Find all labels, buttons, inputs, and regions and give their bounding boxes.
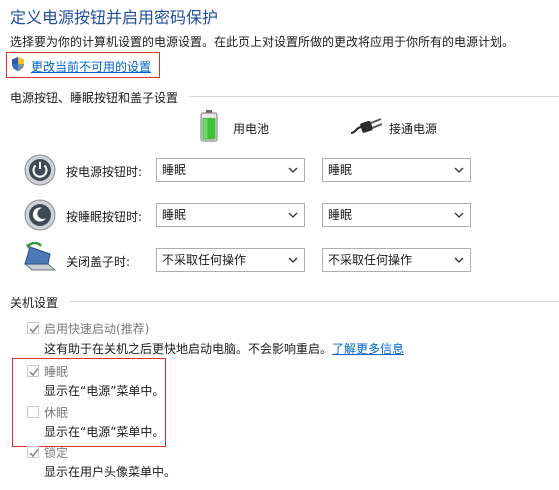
page-title: 定义电源按钮并启用密码保护: [10, 8, 219, 27]
hibernate-label: 休眠: [44, 406, 69, 420]
shutdown-section-divider: [69, 301, 559, 302]
power-button-icon: [24, 154, 56, 189]
power-button-plugged-value: 睡眠: [328, 163, 353, 177]
change-unavailable-settings-link[interactable]: 更改当前不可用的设置: [31, 58, 151, 75]
lid-close-plugged-value: 不采取任何操作: [328, 253, 413, 267]
shutdown-section-title: 关机设置: [10, 296, 59, 310]
learn-more-link[interactable]: 了解更多信息: [332, 340, 404, 357]
power-button-plugged-select[interactable]: 睡眠: [322, 158, 471, 182]
sleep-label: 睡眠: [44, 365, 69, 379]
sleep-button-battery-value: 睡眠: [162, 208, 187, 222]
sleep-button-plugged-value: 睡眠: [328, 208, 353, 222]
power-button-battery-value: 睡眠: [162, 163, 187, 177]
fast-startup-label: 启用快速启动(推荐): [44, 322, 150, 336]
plugged-column-header: 接通电源: [389, 122, 438, 136]
shield-icon: [10, 56, 26, 75]
sleep-button-label: 按睡眠按钮时:: [66, 210, 143, 224]
lid-close-battery-select[interactable]: 不采取任何操作: [156, 248, 305, 272]
power-plug-icon: [350, 118, 384, 139]
lock-desc: 显示在用户头像菜单中。: [44, 465, 177, 479]
power-section-title: 电源按钮、睡眠按钮和盖子设置: [10, 91, 179, 105]
lock-checkbox[interactable]: [27, 446, 39, 458]
chevron-down-icon: [454, 257, 464, 263]
checkmark-icon: [29, 449, 39, 458]
chevron-down-icon: [454, 212, 464, 218]
chevron-down-icon: [454, 167, 464, 173]
power-button-label: 按电源按钮时:: [66, 165, 143, 179]
lid-close-battery-value: 不采取任何操作: [162, 253, 247, 267]
hibernate-checkbox[interactable]: [27, 406, 39, 418]
power-button-battery-select[interactable]: 睡眠: [156, 158, 305, 182]
sleep-checkbox[interactable]: [27, 365, 39, 377]
lock-label: 锁定: [44, 446, 69, 460]
sleep-button-battery-select[interactable]: 睡眠: [156, 203, 305, 227]
hibernate-desc: 显示在“电源”菜单中。: [44, 425, 165, 439]
lid-close-label: 关闭盖子时:: [66, 255, 131, 269]
checkmark-icon: [29, 368, 39, 377]
page-subtitle: 选择要为你的计算机设置的电源设置。在此页上对设置所做的更改将应用于你所有的电源计…: [10, 35, 515, 49]
sleep-desc: 显示在“电源”菜单中。: [44, 384, 165, 398]
battery-column-header: 用电池: [233, 122, 270, 136]
sleep-button-icon: [24, 199, 56, 234]
chevron-down-icon: [288, 212, 298, 218]
battery-icon: [200, 110, 218, 145]
fast-startup-desc: 这有助于在关机之后更快地启动电脑。不会影响重启。: [44, 342, 333, 356]
sleep-button-plugged-select[interactable]: 睡眠: [322, 203, 471, 227]
chevron-down-icon: [288, 167, 298, 173]
lid-close-plugged-select[interactable]: 不采取任何操作: [322, 248, 471, 272]
checkmark-icon: [29, 325, 39, 334]
chevron-down-icon: [288, 257, 298, 263]
fast-startup-checkbox[interactable]: [27, 322, 39, 334]
laptop-lid-icon: [22, 241, 58, 277]
power-section-divider: [189, 96, 559, 97]
